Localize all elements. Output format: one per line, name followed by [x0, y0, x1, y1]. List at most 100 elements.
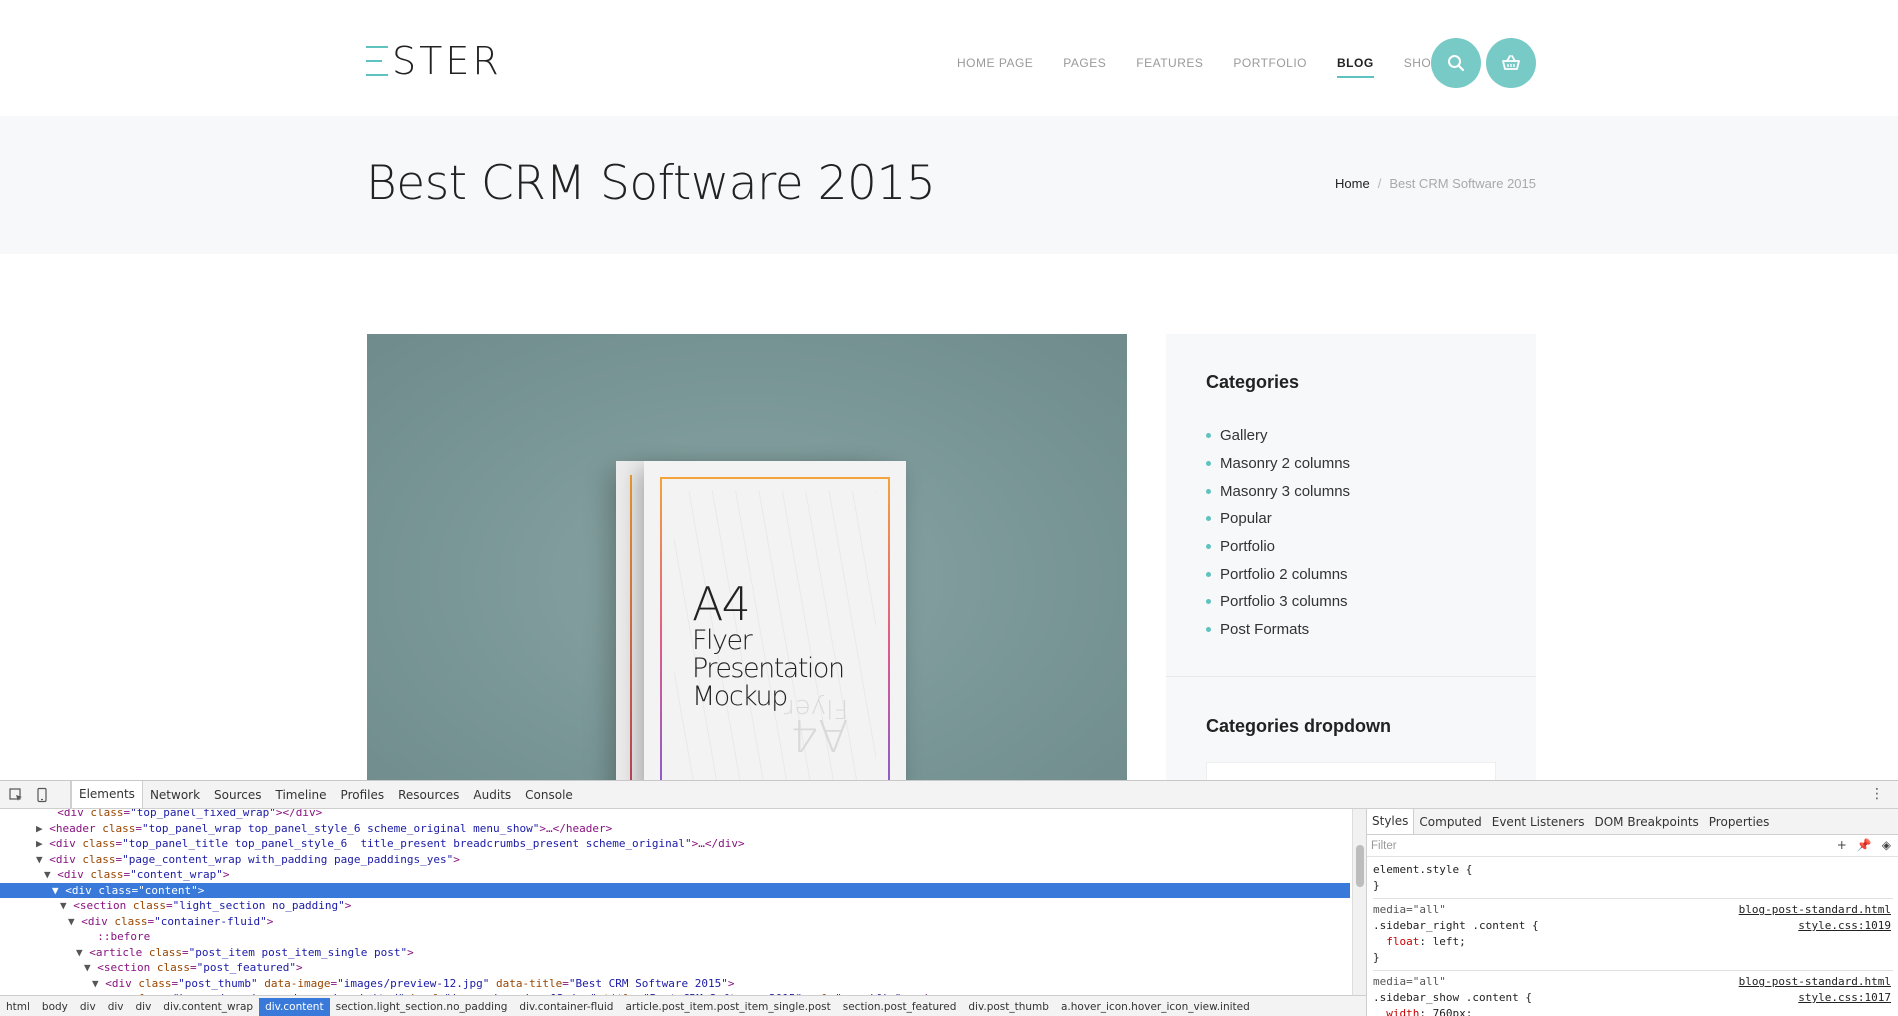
- dom-crumb[interactable]: body: [36, 1001, 74, 1013]
- nav-item-pages[interactable]: PAGES: [1063, 56, 1106, 78]
- dom-crumb[interactable]: div: [102, 1001, 130, 1013]
- site-logo[interactable]: STER: [366, 40, 502, 82]
- dom-token: >: [407, 945, 414, 959]
- collapse-triangle-icon[interactable]: ▼: [60, 899, 73, 912]
- devtools-tab-network[interactable]: Network: [143, 788, 207, 802]
- rule-source-link[interactable]: blog-post-standard.html: [1739, 974, 1891, 990]
- collapse-triangle-icon[interactable]: ▼: [44, 868, 57, 881]
- dom-node-line[interactable]: ▼ <div class="page_content_wrap with_pad…: [0, 852, 1350, 867]
- dom-crumb[interactable]: div.container-fluid: [513, 1001, 619, 1013]
- dom-token: "container-fluid": [154, 914, 267, 928]
- styles-tab-dom-breakpoints[interactable]: DOM Breakpoints: [1589, 815, 1703, 829]
- css-rule[interactable]: media="all" blog-post-standard.html .sideb…: [1373, 899, 1893, 971]
- category-item[interactable]: Gallery: [1206, 422, 1350, 450]
- dom-crumb[interactable]: a.hover_icon.hover_icon_view.inited: [1055, 1001, 1256, 1013]
- dom-node-line[interactable]: ▼ <section class="post_featured">: [0, 960, 1350, 975]
- category-label: Masonry 3 columns: [1220, 482, 1351, 500]
- rule-source-file[interactable]: style.css:1017: [1798, 990, 1891, 1006]
- devtools-tab-console[interactable]: Console: [518, 788, 580, 802]
- search-button[interactable]: [1431, 38, 1481, 88]
- dom-crumb[interactable]: div.content_wrap: [157, 1001, 259, 1013]
- dom-node-line[interactable]: ▼ <section class="light_section no_paddi…: [0, 898, 1350, 913]
- styles-rules: element.style {} media="all" blog-post-sta…: [1373, 859, 1893, 1016]
- dom-node-line[interactable]: ▼ <div class="content">: [0, 882, 1350, 898]
- category-item[interactable]: Post Formats: [1206, 616, 1350, 644]
- devtools-tab-elements[interactable]: Elements: [71, 781, 143, 808]
- dom-node-line[interactable]: <div class="top_panel_fixed_wrap"></div>: [0, 809, 1350, 820]
- collapse-triangle-icon[interactable]: ▼: [92, 977, 105, 990]
- category-item[interactable]: Portfolio 3 columns: [1206, 588, 1350, 616]
- styles-tab-styles[interactable]: Styles: [1367, 809, 1415, 834]
- pin-icon[interactable]: 📌: [1857, 838, 1872, 852]
- expand-triangle-icon[interactable]: ▶: [36, 837, 49, 850]
- rule-source-link[interactable]: blog-post-standard.html: [1739, 902, 1891, 918]
- flyer-line-a4: A4: [692, 577, 751, 631]
- breadcrumb-home-link[interactable]: Home: [1335, 176, 1370, 191]
- devtools-tab-resources[interactable]: Resources: [391, 788, 466, 802]
- category-item[interactable]: Masonry 2 columns: [1206, 450, 1350, 478]
- dom-token: "top_panel_fixed_wrap": [130, 809, 276, 819]
- dom-node-line[interactable]: ▼ <div class="content_wrap">: [0, 867, 1350, 882]
- dom-token: "top_panel_wrap top_panel_style_6 scheme…: [141, 821, 540, 835]
- collapse-triangle-icon[interactable]: ▼: [76, 946, 89, 959]
- dom-node-line[interactable]: ▼ <div class="post_thumb" data-image="im…: [0, 976, 1350, 991]
- dom-node-line[interactable]: ▶ <header class="top_panel_wrap top_pane…: [0, 821, 1350, 836]
- expand-triangle-icon[interactable]: ▶: [36, 822, 49, 835]
- nav-item-features[interactable]: FEATURES: [1136, 56, 1203, 78]
- dom-crumb[interactable]: div.post_thumb: [962, 1001, 1055, 1013]
- dom-tree[interactable]: <div class="top_panel_fixed_wrap"></div>…: [0, 809, 1352, 995]
- dom-crumb[interactable]: article.post_item.post_item_single.post: [619, 1001, 836, 1013]
- nav-item-home-page[interactable]: HOME PAGE: [957, 56, 1033, 78]
- devtools-tab-sources[interactable]: Sources: [207, 788, 268, 802]
- cart-button[interactable]: [1486, 38, 1536, 88]
- devtools-tab-audits[interactable]: Audits: [466, 788, 518, 802]
- collapse-triangle-icon[interactable]: ▼: [52, 884, 65, 897]
- devtools-tab-profiles[interactable]: Profiles: [334, 788, 392, 802]
- dom-crumb[interactable]: html: [0, 1001, 36, 1013]
- dom-crumb[interactable]: div.content: [259, 997, 330, 1016]
- css-declaration[interactable]: float: left;: [1373, 934, 1893, 950]
- new-rule-icon[interactable]: +: [1837, 838, 1847, 852]
- styles-tab-computed[interactable]: Computed: [1414, 815, 1486, 829]
- dom-crumb[interactable]: div: [74, 1001, 102, 1013]
- css-rule[interactable]: element.style {}: [1373, 859, 1893, 899]
- dom-token: <div: [49, 837, 83, 850]
- dom-node-line[interactable]: ▼ <div class="container-fluid">: [0, 914, 1350, 929]
- dom-crumb[interactable]: section.post_featured: [837, 1001, 963, 1013]
- collapse-triangle-icon[interactable]: [44, 809, 57, 819]
- toggle-element-state-icon[interactable]: ◈: [1882, 838, 1891, 852]
- css-rule[interactable]: media="all" blog-post-standard.html .sideb…: [1373, 971, 1893, 1016]
- dom-token: >: [295, 961, 303, 974]
- rule-source-file[interactable]: style.css:1019: [1798, 918, 1891, 934]
- categories-list: Gallery Masonry 2 columns Masonry 3 column…: [1206, 422, 1350, 644]
- styles-tab-event-listeners[interactable]: Event Listeners: [1487, 815, 1590, 829]
- styles-filter-input[interactable]: [1371, 838, 1771, 854]
- collapse-triangle-icon[interactable]: ▼: [68, 915, 81, 928]
- dom-node-line[interactable]: ▼ <article class="post_item post_item_si…: [0, 945, 1350, 960]
- category-item[interactable]: Portfolio: [1206, 533, 1350, 561]
- devtools-tab-timeline[interactable]: Timeline: [269, 788, 334, 802]
- collapse-triangle-icon[interactable]: [84, 930, 97, 943]
- category-item[interactable]: Masonry 3 columns: [1206, 477, 1350, 505]
- css-declaration[interactable]: width: 760px;: [1373, 1006, 1893, 1016]
- dom-tree-scrollbar[interactable]: [1352, 809, 1366, 995]
- inspect-element-icon[interactable]: [8, 787, 24, 803]
- nav-item-blog[interactable]: BLOG: [1337, 56, 1374, 78]
- dom-node-line[interactable]: ::before: [0, 929, 1350, 944]
- collapse-triangle-icon[interactable]: ▼: [84, 961, 97, 974]
- category-item[interactable]: Portfolio 2 columns: [1206, 560, 1350, 588]
- dom-crumb[interactable]: section.light_section.no_padding: [330, 1001, 514, 1013]
- nav-item-portfolio[interactable]: PORTFOLIO: [1233, 56, 1307, 78]
- dom-node-line[interactable]: ▶ <div class="top_panel_title top_panel_…: [0, 836, 1350, 851]
- devtools-menu-icon[interactable]: ⋮: [1870, 786, 1884, 802]
- categories-dropdown-select[interactable]: [1206, 762, 1496, 780]
- device-mode-icon[interactable]: [34, 787, 50, 803]
- dom-token: "post_thumb": [178, 976, 258, 990]
- post-featured-image[interactable]: A4 Flyer Presentation Mockup A4 Flyer: [367, 334, 1127, 780]
- styles-pane: Styles Computed Event Listeners DOM Breakpo…: [1366, 809, 1898, 1016]
- category-item[interactable]: Popular: [1206, 505, 1350, 533]
- styles-tab-properties[interactable]: Properties: [1704, 815, 1775, 829]
- dom-crumb[interactable]: div: [129, 1001, 157, 1013]
- dom-token: data-image: [264, 976, 331, 990]
- collapse-triangle-icon[interactable]: ▼: [36, 853, 49, 866]
